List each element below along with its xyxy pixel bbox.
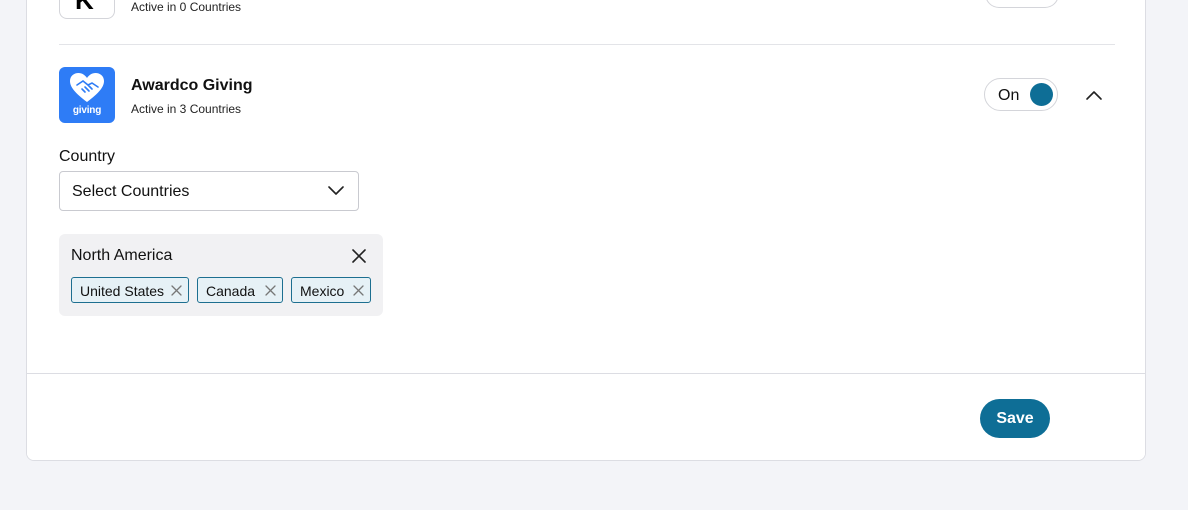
collapse-button[interactable] [1083, 84, 1105, 106]
previous-app-logo: K [59, 0, 115, 19]
region-group: North America United States Canada Mexic… [59, 234, 383, 316]
toggle-knob [1030, 83, 1053, 106]
country-select[interactable]: Select Countries [59, 171, 359, 211]
chevron-up-icon [1086, 91, 1102, 100]
app-enabled-toggle[interactable]: On [984, 78, 1058, 111]
country-chip: Canada [197, 277, 283, 303]
app-status: Active in 3 Countries [131, 102, 242, 116]
toggle-label: On [998, 87, 1020, 104]
awardco-giving-logo-text: giving [72, 105, 102, 116]
country-label: Country [59, 148, 116, 165]
chevron-down-icon [328, 186, 344, 195]
handshake-heart-icon [70, 73, 104, 102]
country-select-placeholder: Select Countries [72, 183, 190, 200]
previous-app-toggle[interactable] [985, 0, 1059, 8]
country-chip: Mexico [291, 277, 371, 303]
region-name: North America [71, 247, 173, 264]
remove-country-close-icon[interactable] [171, 285, 182, 296]
country-chip: United States [71, 277, 189, 303]
remove-country-close-icon[interactable] [265, 285, 276, 296]
previous-app-row: K Active in 0 Countries [59, 0, 1115, 45]
country-chip-label: Canada [206, 283, 256, 299]
awardco-giving-logo: giving [59, 67, 115, 123]
previous-app-logo-letter: K [75, 0, 94, 15]
country-chip-label: Mexico [300, 283, 345, 299]
previous-app-status: Active in 0 Countries [131, 0, 242, 14]
remove-region-close-icon[interactable] [351, 248, 367, 264]
app-name: Awardco Giving [131, 77, 253, 94]
card-footer: Save [27, 373, 1145, 460]
country-chip-label: United States [80, 283, 165, 299]
save-button[interactable]: Save [980, 399, 1050, 438]
remove-country-close-icon[interactable] [353, 285, 364, 296]
app-settings-card: K Active in 0 Countries giving Awardco G… [26, 0, 1146, 461]
